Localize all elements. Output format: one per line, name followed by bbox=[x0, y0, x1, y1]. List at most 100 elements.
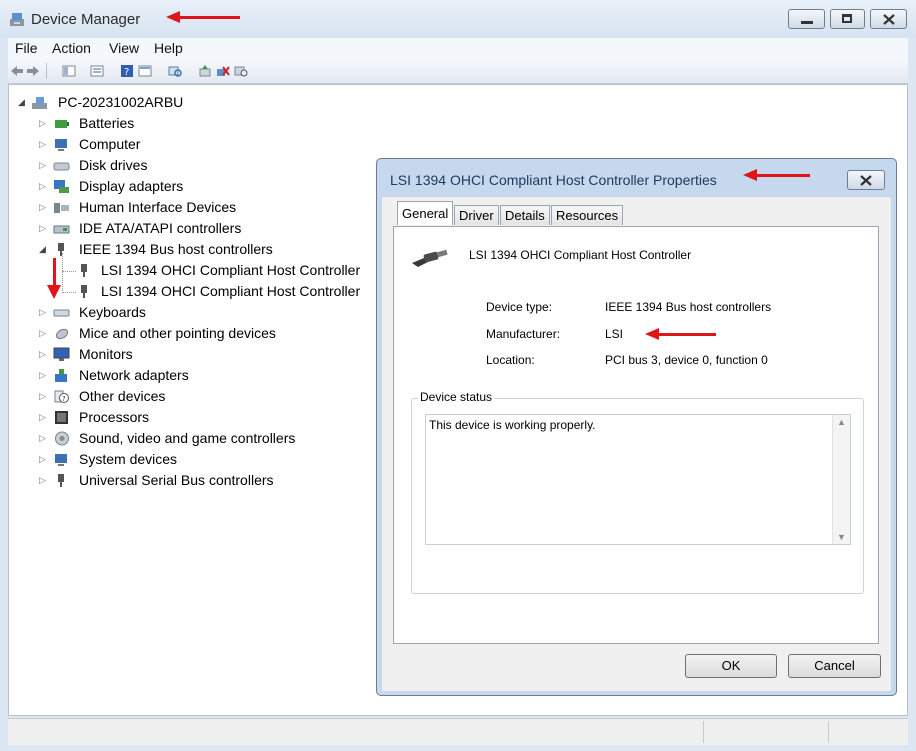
svg-text:?: ? bbox=[62, 395, 66, 403]
menu-view[interactable]: View bbox=[109, 40, 139, 56]
expand-arrow-icon[interactable]: ▷ bbox=[39, 475, 46, 486]
annotation-arrow bbox=[659, 333, 716, 336]
usb-icon bbox=[58, 474, 64, 487]
tree-item-label: Computer bbox=[79, 136, 141, 152]
expand-arrow-icon[interactable]: ▷ bbox=[39, 391, 46, 402]
expand-arrow-icon[interactable]: ▷ bbox=[39, 202, 46, 213]
annotation-arrow bbox=[178, 16, 240, 19]
scan-hardware-icon[interactable] bbox=[168, 64, 182, 78]
tree-item-label: Keyboards bbox=[79, 304, 146, 320]
disable-device-icon[interactable] bbox=[234, 64, 248, 78]
ok-button[interactable]: OK bbox=[685, 654, 777, 678]
device-status-textbox[interactable]: This device is working properly. ▲ ▼ bbox=[425, 414, 851, 545]
dialog-body: General Driver Details Resources LSI 139… bbox=[382, 197, 891, 691]
device-type-label: Device type: bbox=[486, 300, 553, 314]
manufacturer-label: Manufacturer: bbox=[486, 327, 561, 341]
tree-item-label: Sound, video and game controllers bbox=[79, 430, 296, 446]
tree-item-label: System devices bbox=[79, 451, 178, 467]
expand-arrow-icon[interactable]: ▷ bbox=[39, 454, 46, 465]
location-value: PCI bus 3, device 0, function 0 bbox=[605, 353, 768, 367]
location-label: Location: bbox=[486, 353, 535, 367]
manufacturer-value: LSI bbox=[605, 327, 624, 341]
device-status-group: Device status This device is working pro… bbox=[411, 390, 864, 594]
tree-root-label: PC-20231002ARBU bbox=[58, 94, 184, 110]
tree-item-label: IEEE 1394 Bus host controllers bbox=[79, 241, 273, 257]
expand-arrow-icon[interactable]: ▷ bbox=[39, 328, 46, 339]
dialog-title: LSI 1394 OHCI Compliant Host Controller … bbox=[390, 172, 717, 188]
tab-general[interactable]: General bbox=[397, 201, 454, 225]
annotation-arrowhead bbox=[166, 11, 180, 23]
expand-arrow-icon[interactable]: ▷ bbox=[39, 181, 46, 192]
status-bar bbox=[8, 718, 908, 745]
device-name: LSI 1394 OHCI Compliant Host Controller bbox=[469, 248, 692, 262]
expand-arrow-icon[interactable]: ▷ bbox=[39, 370, 46, 381]
device-status-text: This device is working properly. bbox=[429, 418, 596, 432]
mouse-icon bbox=[55, 328, 69, 340]
back-icon[interactable] bbox=[10, 64, 24, 78]
tree-item-label: Universal Serial Bus controllers bbox=[79, 472, 274, 488]
cancel-button[interactable]: Cancel bbox=[788, 654, 881, 678]
expand-arrow-icon[interactable]: ▷ bbox=[39, 412, 46, 423]
tree-item-label: Batteries bbox=[79, 115, 135, 131]
tree-item-label: Monitors bbox=[79, 346, 133, 362]
expand-arrow-icon[interactable]: ▷ bbox=[39, 118, 46, 129]
processor-icon bbox=[55, 411, 68, 424]
update-driver-icon[interactable] bbox=[198, 64, 212, 78]
ieee1394-device-icon bbox=[81, 264, 87, 277]
scroll-up-icon[interactable]: ▲ bbox=[837, 417, 846, 427]
tab-driver[interactable]: Driver bbox=[454, 205, 499, 225]
menu-help[interactable]: Help bbox=[154, 40, 183, 56]
tree-item-label: Mice and other pointing devices bbox=[79, 325, 276, 341]
collapse-arrow-icon[interactable]: ◢ bbox=[39, 244, 46, 255]
uninstall-icon[interactable] bbox=[216, 64, 230, 78]
disk-drive-icon bbox=[53, 162, 70, 171]
tree-item-label: Disk drives bbox=[79, 157, 148, 173]
status-scrollbar[interactable]: ▲ ▼ bbox=[832, 415, 850, 544]
show-hide-console-tree-icon[interactable] bbox=[62, 64, 76, 78]
tree-item-label: Processors bbox=[79, 409, 150, 425]
maximize-button[interactable] bbox=[830, 9, 865, 29]
expand-arrow-icon[interactable]: ▷ bbox=[39, 139, 46, 150]
general-tab-page: LSI 1394 OHCI Compliant Host Controller … bbox=[393, 226, 879, 644]
expand-arrow-icon[interactable]: ▷ bbox=[39, 223, 46, 234]
properties-icon[interactable] bbox=[90, 64, 104, 78]
tree-item-label: Human Interface Devices bbox=[79, 199, 237, 215]
toolbar: ? bbox=[8, 59, 908, 84]
forward-icon[interactable] bbox=[26, 64, 40, 78]
menu-action[interactable]: Action bbox=[52, 40, 91, 56]
tree-item-label: LSI 1394 OHCI Compliant Host Controller bbox=[101, 262, 361, 278]
menu-file[interactable]: File bbox=[15, 40, 38, 56]
system-device-icon bbox=[55, 454, 67, 466]
annotation-arrowhead bbox=[743, 169, 757, 181]
ieee1394-device-icon bbox=[81, 285, 87, 298]
network-adapter-icon bbox=[55, 369, 67, 382]
title-bar: Device Manager bbox=[0, 0, 916, 38]
sound-icon bbox=[55, 431, 69, 446]
expand-arrow-icon[interactable]: ▷ bbox=[39, 349, 46, 360]
expand-arrow-icon[interactable]: ▷ bbox=[39, 307, 46, 318]
device-status-label: Device status bbox=[418, 390, 495, 404]
battery-icon bbox=[55, 120, 69, 128]
tree-item-label: IDE ATA/ATAPI controllers bbox=[79, 220, 242, 236]
hid-icon bbox=[54, 203, 69, 213]
collapse-arrow-icon[interactable]: ◢ bbox=[18, 97, 25, 108]
computer-root-icon bbox=[32, 97, 47, 109]
keyboard-icon bbox=[53, 309, 70, 317]
tab-resources[interactable]: Resources bbox=[551, 205, 624, 225]
close-icon bbox=[860, 175, 872, 186]
help-icon[interactable]: ? bbox=[120, 64, 134, 78]
unknown-device-icon: ? bbox=[54, 390, 69, 403]
expand-arrow-icon[interactable]: ▷ bbox=[39, 433, 46, 444]
tree-item-label: Network adapters bbox=[79, 367, 189, 383]
dialog-close-button[interactable] bbox=[847, 170, 885, 190]
tab-details[interactable]: Details bbox=[500, 205, 550, 225]
device-type-value: IEEE 1394 Bus host controllers bbox=[605, 300, 772, 314]
minimize-button[interactable] bbox=[788, 9, 825, 29]
scroll-down-icon[interactable]: ▼ bbox=[837, 532, 846, 542]
display-adapter-icon bbox=[54, 180, 69, 193]
view-icon[interactable] bbox=[138, 64, 152, 78]
tree-item-label: Other devices bbox=[79, 388, 166, 404]
close-icon bbox=[883, 14, 895, 25]
expand-arrow-icon[interactable]: ▷ bbox=[39, 160, 46, 171]
close-button[interactable] bbox=[870, 9, 907, 29]
